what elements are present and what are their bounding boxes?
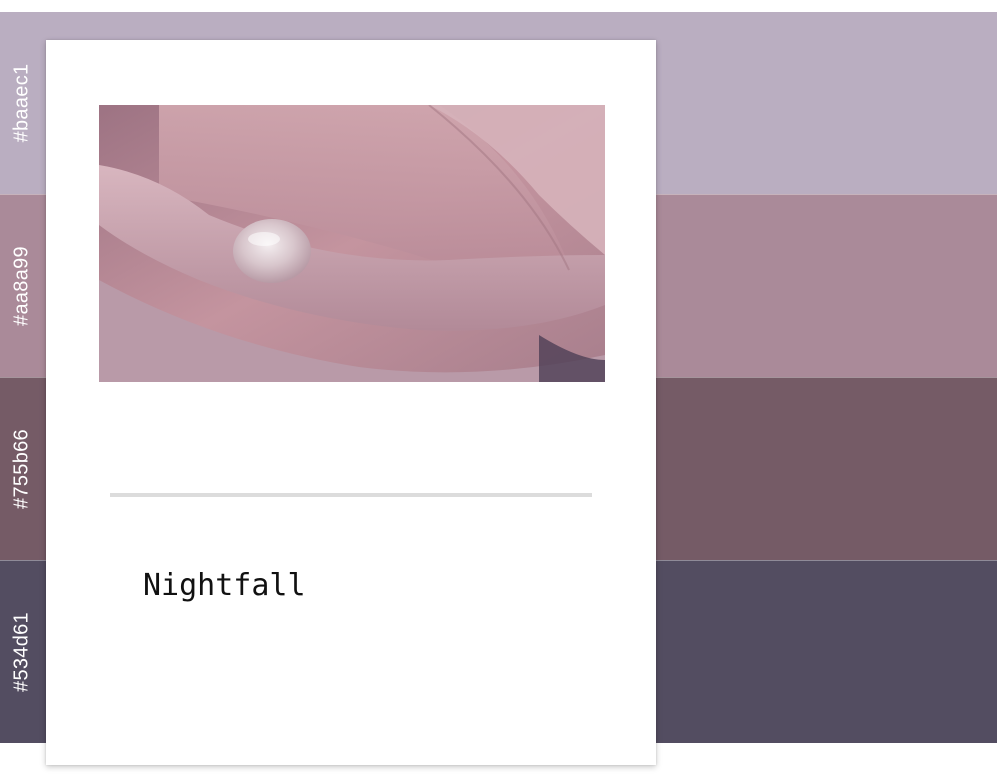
palette-card: Nightfall xyxy=(46,40,656,765)
rose-petal-illustration xyxy=(99,105,605,382)
swatch-2-hex-label: #aa8a99 xyxy=(10,246,33,326)
swatch-3-hex-label: #755b66 xyxy=(10,429,33,509)
swatch-1-hex-label: #baaec1 xyxy=(10,63,33,143)
swatch-4-hex-label: #534d61 xyxy=(10,612,33,692)
palette-name: Nightfall xyxy=(143,568,306,603)
card-divider xyxy=(110,493,592,497)
rose-petal-photo xyxy=(99,105,605,382)
